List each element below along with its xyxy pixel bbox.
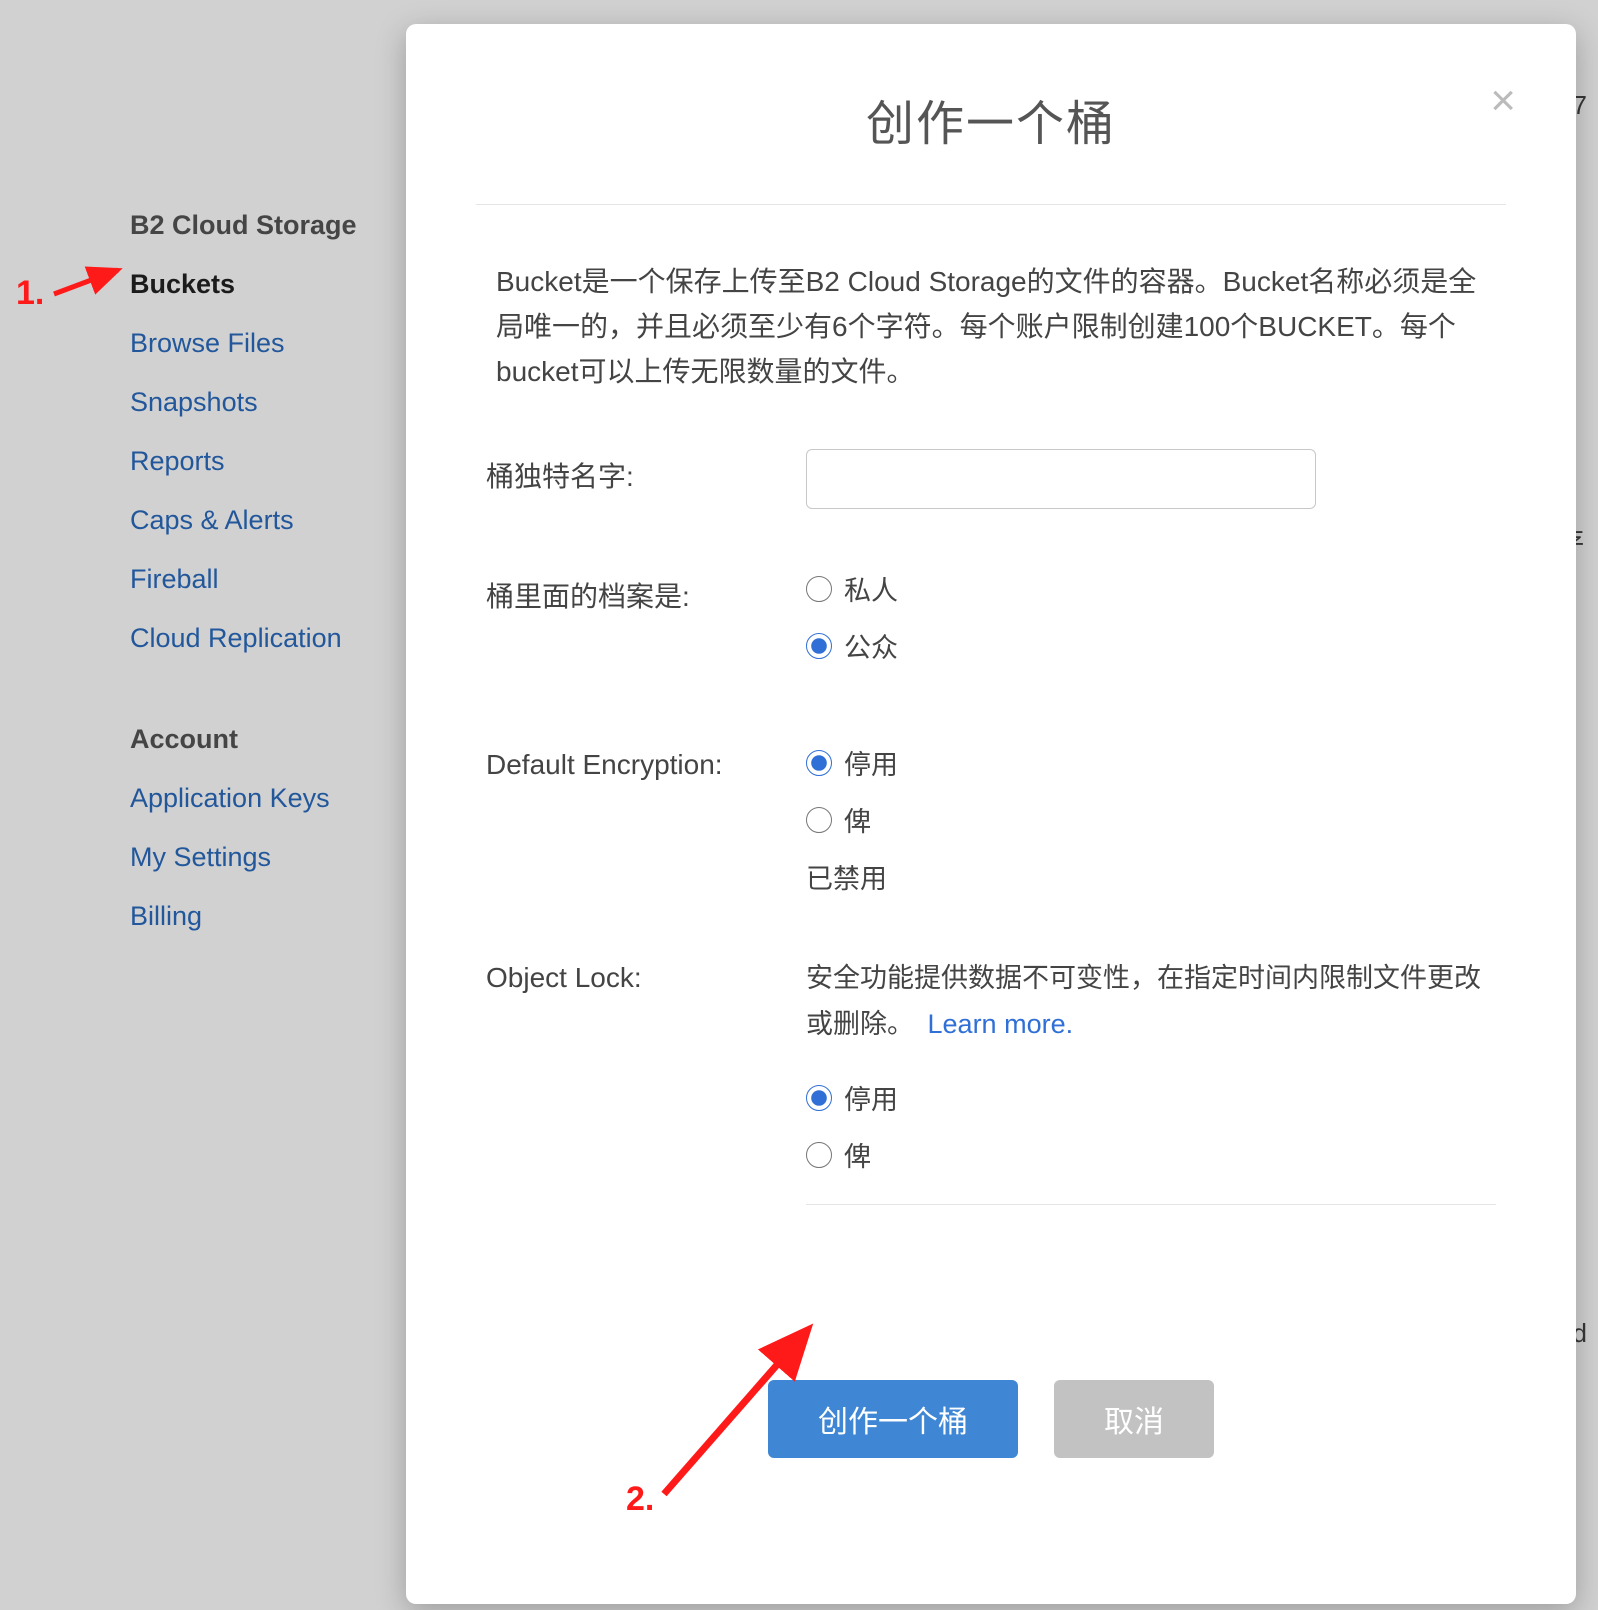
radio-lock-enable-input[interactable] [806,1142,832,1168]
modal-title: 创作一个桶 [476,84,1506,154]
label-bucket-files: 桶里面的档案是: [486,569,806,683]
row-object-lock: Object Lock: 安全功能提供数据不可变性，在指定时间内限制文件更改或删… [486,956,1496,1260]
radio-encryption-disable-input[interactable] [806,750,832,776]
radio-lock-enable-label: 俾 [844,1135,871,1174]
radio-lock-disable-label: 停用 [844,1078,898,1117]
modal-divider-top [476,204,1506,205]
radio-lock-disable[interactable]: 停用 [806,1078,1496,1117]
close-icon[interactable]: × [1490,79,1516,123]
radio-encryption-disable-label: 停用 [844,743,898,782]
label-object-lock: Object Lock: [486,956,806,1260]
radio-files-public-input[interactable] [806,633,832,659]
radio-lock-enable[interactable]: 俾 [806,1135,1496,1174]
label-bucket-name: 桶独特名字: [486,449,806,509]
radio-files-public[interactable]: 公众 [806,626,1496,665]
label-default-encryption: Default Encryption: [486,743,806,896]
modal-description: Bucket是一个保存上传至B2 Cloud Storage的文件的容器。Buc… [486,260,1496,394]
radio-files-private-label: 私人 [844,569,898,608]
radio-encryption-enable[interactable]: 俾 [806,800,1496,839]
modal-footer: 创作一个桶 取消 [476,1380,1506,1458]
create-bucket-button[interactable]: 创作一个桶 [768,1380,1018,1458]
encryption-disabled-note: 已禁用 [806,857,1496,896]
radio-encryption-disable[interactable]: 停用 [806,743,1496,782]
row-default-encryption: Default Encryption: 停用 俾 已禁用 [486,743,1496,896]
create-bucket-modal: × 创作一个桶 Bucket是一个保存上传至B2 Cloud Storage的文… [406,24,1576,1604]
radio-encryption-enable-input[interactable] [806,807,832,833]
object-lock-desc-text: 安全功能提供数据不可变性，在指定时间内限制文件更改或删除。 [806,963,1481,1039]
object-lock-description: 安全功能提供数据不可变性，在指定时间内限制文件更改或删除。 Learn more… [806,956,1496,1048]
radio-files-private-input[interactable] [806,576,832,602]
radio-lock-disable-input[interactable] [806,1085,832,1111]
learn-more-link[interactable]: Learn more. [928,1009,1074,1039]
bucket-name-input[interactable] [806,449,1316,509]
radio-files-private[interactable]: 私人 [806,569,1496,608]
object-lock-divider [806,1204,1496,1205]
cancel-button[interactable]: 取消 [1054,1380,1214,1458]
row-bucket-name: 桶独特名字: [486,449,1496,509]
radio-encryption-enable-label: 俾 [844,800,871,839]
row-bucket-files: 桶里面的档案是: 私人 公众 [486,569,1496,683]
radio-files-public-label: 公众 [844,626,898,665]
